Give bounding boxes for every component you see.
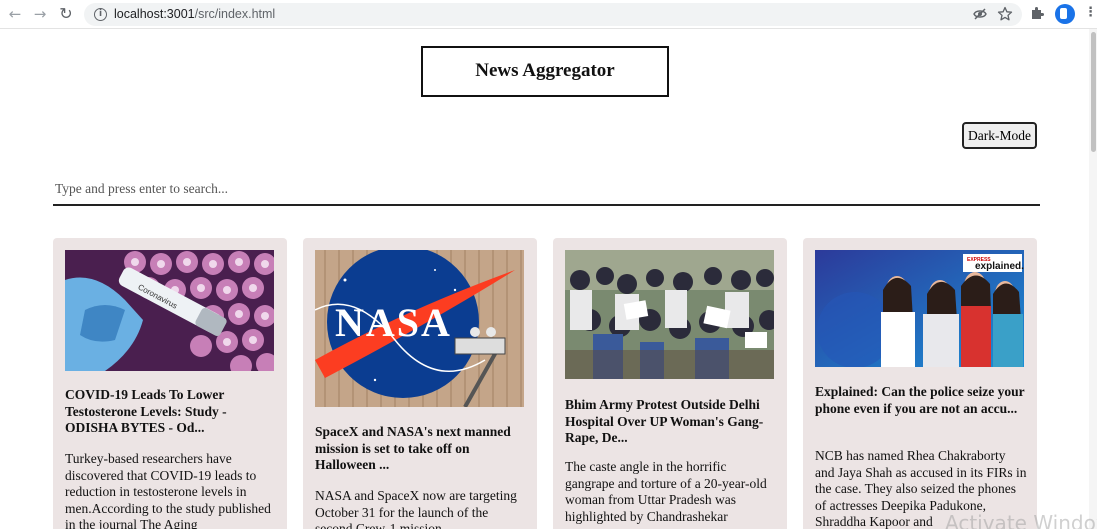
news-card[interactable]: Coronavirus COVID-19 Leads To Lower Test… bbox=[53, 238, 287, 529]
article-image-nasa-logo[interactable]: NASA bbox=[315, 250, 524, 407]
url-path: /src/index.html bbox=[194, 7, 276, 21]
extensions-puzzle-icon[interactable] bbox=[1030, 6, 1044, 24]
nasa-logo-text: NASA bbox=[335, 300, 452, 345]
news-card[interactable]: Bhim Army Protest Outside Delhi Hospital… bbox=[553, 238, 787, 529]
address-bar[interactable]: i localhost:3001/src/index.html bbox=[84, 3, 1022, 26]
profile-avatar-icon[interactable] bbox=[1055, 4, 1075, 24]
bookmark-star-icon[interactable] bbox=[997, 6, 1013, 26]
explained-badge-text: explained. bbox=[975, 261, 1024, 272]
activate-windows-watermark: Activate Windows bbox=[945, 511, 1097, 529]
browser-toolbar: ← → ↻ i localhost:3001/src/index.html ⋮ bbox=[0, 0, 1097, 29]
news-card[interactable]: NASA SpaceX and NASA's next manned missi… bbox=[303, 238, 537, 529]
eye-off-icon[interactable] bbox=[972, 6, 988, 26]
news-card[interactable]: EXPRESS explained. Explained: Can the po… bbox=[803, 238, 1037, 529]
site-title: News Aggregator bbox=[421, 46, 669, 97]
article-description: The caste angle in the horrific gangrape… bbox=[565, 459, 767, 524]
article-title[interactable]: Explained: Can the police seize your pho… bbox=[815, 384, 1027, 417]
dark-mode-button[interactable]: Dark-Mode bbox=[962, 122, 1037, 149]
search-input[interactable] bbox=[53, 174, 1040, 206]
url-text[interactable]: localhost:3001/src/index.html bbox=[114, 7, 275, 21]
more-menu-icon[interactable]: ⋮ bbox=[1084, 5, 1097, 20]
article-description: Turkey-based researchers have discovered… bbox=[65, 451, 271, 529]
url-host: localhost:3001 bbox=[114, 7, 195, 21]
page-scrollbar-thumb[interactable] bbox=[1091, 32, 1096, 152]
forward-arrow-icon[interactable]: → bbox=[31, 5, 49, 23]
article-title[interactable]: SpaceX and NASA's next manned mission is… bbox=[315, 424, 527, 474]
article-title[interactable]: COVID-19 Leads To Lower Testosterone Lev… bbox=[65, 387, 277, 437]
article-image-explained-actresses[interactable]: EXPRESS explained. bbox=[815, 250, 1024, 367]
article-image-protest-crowd[interactable] bbox=[565, 250, 774, 379]
info-icon[interactable]: i bbox=[94, 8, 107, 21]
article-description: NASA and SpaceX now are targeting Octobe… bbox=[315, 488, 517, 529]
reload-icon[interactable]: ↻ bbox=[57, 5, 75, 23]
back-arrow-icon[interactable]: ← bbox=[6, 5, 24, 23]
article-image-covid-vials[interactable]: Coronavirus bbox=[65, 250, 274, 371]
article-title[interactable]: Bhim Army Protest Outside Delhi Hospital… bbox=[565, 397, 777, 447]
